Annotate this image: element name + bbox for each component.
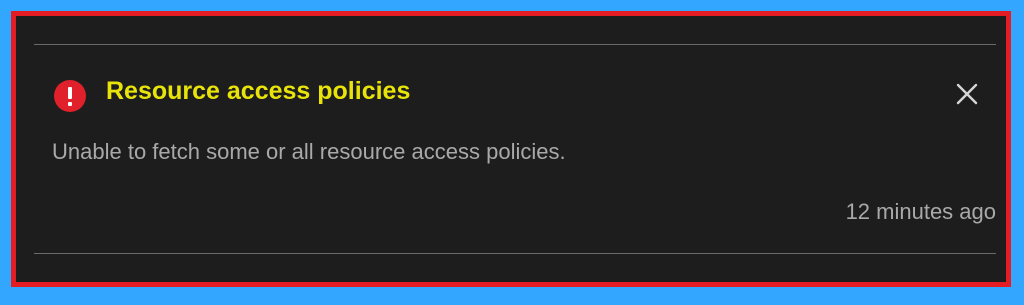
notification-highlight-frame: Resource access policies Unable to fetch… bbox=[11, 11, 1011, 287]
close-icon[interactable] bbox=[952, 79, 982, 109]
notification-message: Unable to fetch some or all resource acc… bbox=[52, 139, 566, 164]
error-icon bbox=[54, 80, 86, 112]
top-divider bbox=[34, 44, 996, 45]
bottom-divider bbox=[34, 253, 996, 254]
notification-timestamp: 12 minutes ago bbox=[845, 199, 996, 224]
notification-title: Resource access policies bbox=[106, 77, 411, 105]
